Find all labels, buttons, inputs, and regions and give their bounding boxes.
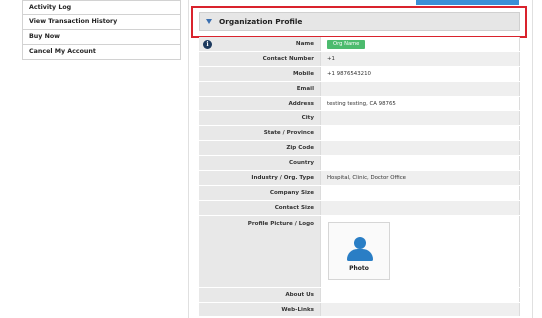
profile-photo-upload[interactable]: Photo <box>328 221 390 280</box>
row-value <box>320 126 520 141</box>
row-value: Photo <box>320 215 520 287</box>
row-label: Name <box>199 37 320 51</box>
row-value: +1 9876543210 <box>320 66 520 81</box>
row-email: Email <box>199 81 520 97</box>
top-action-button-edge[interactable] <box>416 0 519 5</box>
row-value <box>320 185 520 200</box>
row-value: Org Name <box>320 37 520 51</box>
row-label: Zip Code <box>199 141 320 156</box>
row-mobile: Mobile +1 9876543210 <box>199 66 520 82</box>
row-value <box>320 141 520 156</box>
row-value <box>320 81 520 96</box>
org-name-badge: Org Name <box>327 39 366 49</box>
row-city: City <box>199 111 520 127</box>
page: Activity Log View Transaction History Bu… <box>0 0 542 318</box>
row-address: Address testing testing, CA 98765 <box>199 96 520 112</box>
person-icon <box>354 236 366 249</box>
row-label: Address <box>199 96 320 111</box>
info-icon[interactable]: i <box>203 40 212 49</box>
row-label: Contact Number <box>199 51 320 66</box>
row-value <box>320 200 520 215</box>
row-contact-number: Contact Number +1 <box>199 51 520 67</box>
row-label: State / Province <box>199 126 320 141</box>
row-value: +1 <box>320 51 520 66</box>
row-state: State / Province <box>199 126 520 142</box>
row-label: City <box>199 111 320 126</box>
row-value: Hospital, Clinic, Doctor Office <box>320 171 520 185</box>
row-value <box>320 287 520 302</box>
row-label: Company Size <box>199 185 320 200</box>
row-zip-code: Zip Code <box>199 141 520 157</box>
row-label: Profile Picture / Logo <box>199 215 320 287</box>
row-web-links: Web-Links <box>199 302 520 318</box>
row-label: Country <box>199 156 320 171</box>
photo-label: Photo <box>349 264 369 272</box>
sidebar-item-cancel-account[interactable]: Cancel My Account <box>22 45 181 60</box>
account-sidebar: Activity Log View Transaction History Bu… <box>22 0 181 60</box>
profile-table: Name Org Name i Contact Number +1 Mobile… <box>199 37 520 318</box>
row-industry: Industry / Org. Type Hospital, Clinic, D… <box>199 171 520 186</box>
row-label: Industry / Org. Type <box>199 171 320 185</box>
row-contact-size: Contact Size <box>199 200 520 216</box>
sidebar-item-transaction-history[interactable]: View Transaction History <box>22 15 181 30</box>
row-about-us: About Us <box>199 287 520 303</box>
row-label: Email <box>199 81 320 96</box>
row-company-size: Company Size <box>199 185 520 201</box>
row-value: testing testing, CA 98765 <box>320 96 520 111</box>
sidebar-item-buy-now[interactable]: Buy Now <box>22 30 181 45</box>
row-label: Web-Links <box>199 302 320 317</box>
row-value <box>320 302 520 317</box>
row-name: Name Org Name i <box>199 37 520 52</box>
person-icon-body <box>347 248 373 261</box>
row-label: Mobile <box>199 66 320 81</box>
row-country: Country <box>199 156 520 172</box>
highlight-box <box>191 6 527 38</box>
sidebar-item-activity-log[interactable]: Activity Log <box>22 0 181 15</box>
row-value <box>320 156 520 171</box>
row-label: About Us <box>199 287 320 302</box>
row-label: Contact Size <box>199 200 320 215</box>
row-profile-picture: Profile Picture / Logo Photo <box>199 215 520 288</box>
row-value <box>320 111 520 126</box>
